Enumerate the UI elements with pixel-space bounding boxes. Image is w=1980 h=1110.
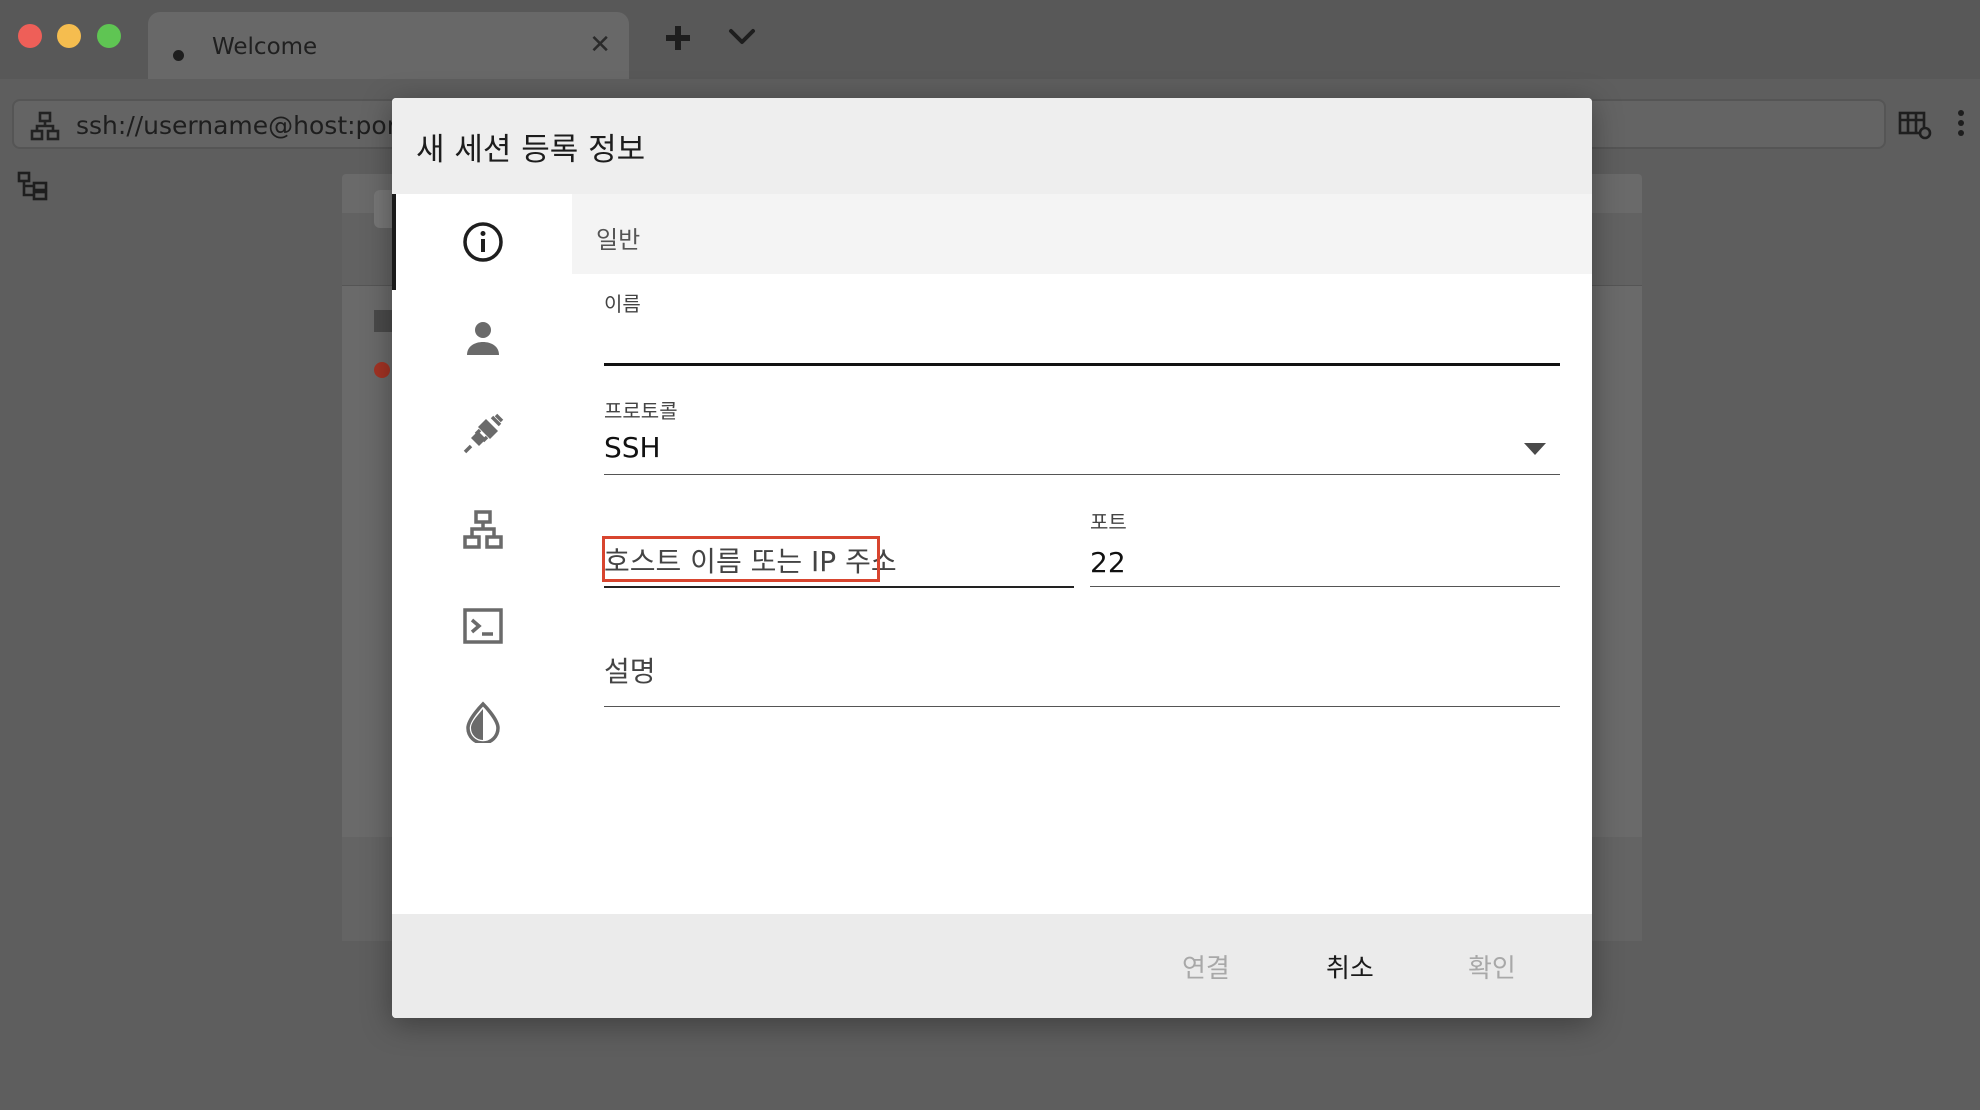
- dialog-nav: [392, 194, 572, 914]
- network-icon: [463, 510, 503, 549]
- terminal-icon: [463, 608, 503, 644]
- person-icon: [467, 322, 499, 355]
- info-icon: [463, 222, 503, 262]
- port-label: 포트: [1090, 510, 1127, 534]
- dialog-footer: 연결 취소 확인: [392, 914, 1592, 1018]
- close-window-button[interactable]: [18, 24, 42, 48]
- connection-plug-icon: [463, 413, 504, 454]
- nav-item-network[interactable]: [392, 482, 572, 578]
- more-vertical-icon[interactable]: [1955, 108, 1967, 142]
- nav-item-connection[interactable]: [392, 386, 572, 482]
- minimize-window-button[interactable]: [57, 24, 81, 48]
- section-title: 일반: [596, 226, 641, 254]
- table-settings-icon[interactable]: [1898, 110, 1932, 144]
- section-header: 일반: [572, 194, 1592, 274]
- network-icon: [30, 111, 60, 145]
- description-input[interactable]: [604, 646, 1560, 696]
- protocol-select-underline: [604, 474, 1560, 475]
- port-input[interactable]: [1090, 542, 1560, 582]
- name-input[interactable]: [604, 324, 1560, 362]
- background-tab: [374, 190, 394, 228]
- port-input-underline: [1090, 586, 1560, 587]
- maximize-window-button[interactable]: [97, 24, 121, 48]
- tab-close-icon[interactable]: ✕: [589, 30, 611, 60]
- background-app-icon: [374, 362, 390, 378]
- background-folder-icon: [374, 310, 392, 332]
- tab-welcome[interactable]: Welcome ✕: [148, 12, 629, 79]
- tree-view-icon[interactable]: [17, 171, 49, 205]
- theme-drop-icon: [466, 701, 500, 743]
- name-label: 이름: [604, 292, 641, 316]
- chevron-down-icon[interactable]: [728, 26, 756, 52]
- nav-item-general[interactable]: [392, 194, 572, 290]
- dialog-title: 새 세션 등록 정보: [416, 132, 646, 168]
- tab-title: Welcome: [212, 34, 318, 60]
- nav-item-terminal[interactable]: [392, 578, 572, 674]
- tab-status-dot-icon: [173, 50, 184, 61]
- cancel-button[interactable]: 취소: [1316, 944, 1384, 989]
- host-input-underline: [604, 586, 1074, 588]
- nav-item-user[interactable]: [392, 290, 572, 386]
- title-bar: Welcome ✕: [0, 0, 1980, 79]
- nav-active-indicator: [392, 194, 396, 290]
- ok-button[interactable]: 확인: [1458, 944, 1526, 989]
- name-input-underline: [604, 363, 1560, 366]
- protocol-select[interactable]: SSH: [604, 431, 661, 464]
- dropdown-caret-icon[interactable]: [1524, 440, 1546, 459]
- new-session-dialog: 새 세션 등록 정보 일반 이름 프로토콜 SSH 호스트 이름 또는 IP 주…: [392, 98, 1592, 1018]
- nav-item-theme[interactable]: [392, 674, 572, 770]
- host-input-highlight: [602, 536, 880, 582]
- new-tab-plus-icon[interactable]: [664, 24, 692, 56]
- description-input-underline: [604, 706, 1560, 707]
- protocol-label: 프로토콜: [604, 399, 678, 423]
- connect-button[interactable]: 연결: [1172, 944, 1240, 989]
- dialog-header: 새 세션 등록 정보: [392, 98, 1592, 194]
